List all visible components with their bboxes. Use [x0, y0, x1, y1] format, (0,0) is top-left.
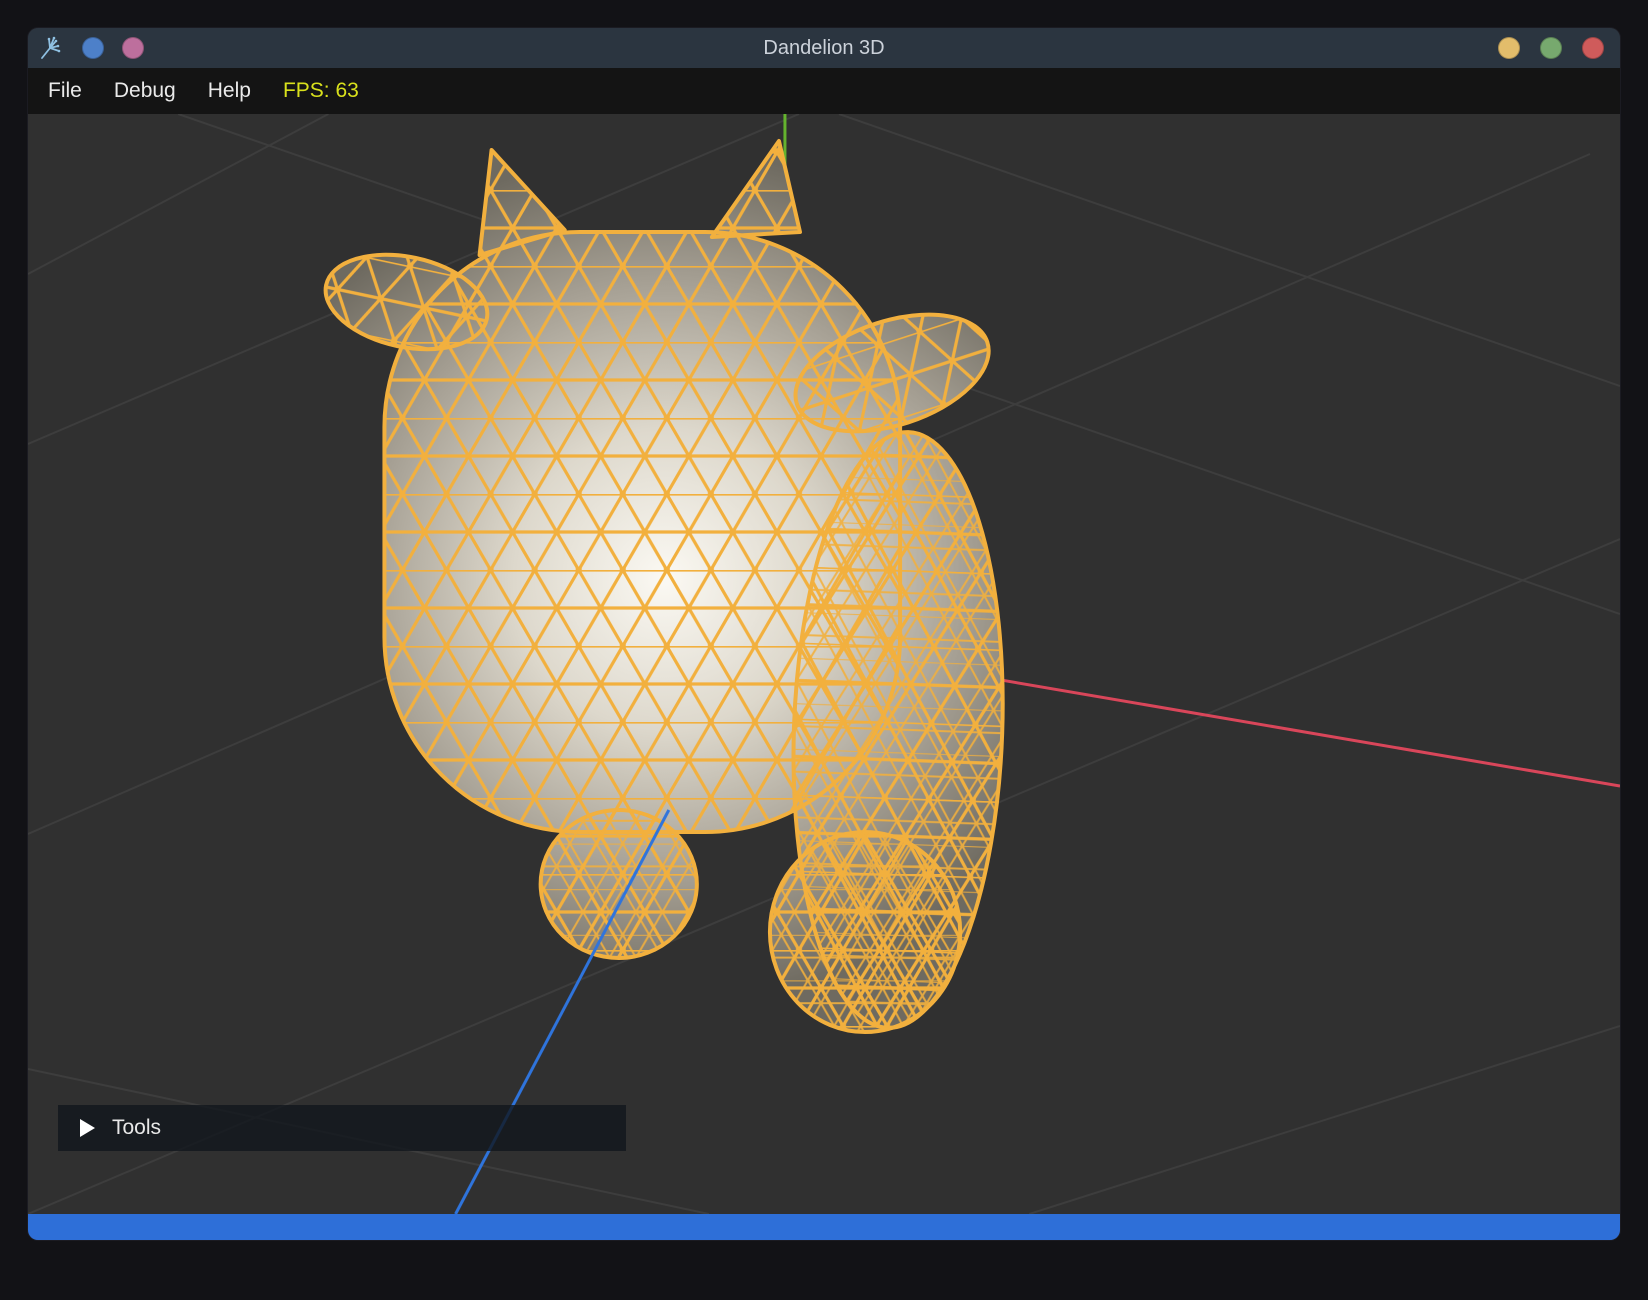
- menu-file[interactable]: File: [48, 79, 82, 103]
- close-button[interactable]: [1582, 37, 1604, 59]
- menu-help[interactable]: Help: [208, 79, 251, 103]
- window-title: Dandelion 3D: [28, 37, 1620, 60]
- tools-panel-header[interactable]: Tools: [58, 1105, 626, 1151]
- 3d-viewport-canvas[interactable]: [28, 114, 1620, 1214]
- expand-triangle-icon: [80, 1119, 95, 1137]
- fps-counter: FPS: 63: [283, 79, 359, 103]
- cow-model: [317, 141, 1013, 1032]
- maximize-button[interactable]: [1540, 37, 1562, 59]
- minimize-button[interactable]: [1498, 37, 1520, 59]
- tools-panel-label: Tools: [112, 1116, 161, 1140]
- status-bar: [28, 1214, 1620, 1240]
- menu-bar: File Debug Help FPS: 63: [28, 68, 1620, 114]
- window-button-blue[interactable]: [82, 37, 104, 59]
- dandelion-icon: [38, 35, 64, 61]
- viewport: Tools: [28, 114, 1620, 1214]
- app-window: Dandelion 3D File Debug Help FPS: 63: [28, 28, 1620, 1240]
- title-bar[interactable]: Dandelion 3D: [28, 28, 1620, 68]
- menu-debug[interactable]: Debug: [114, 79, 176, 103]
- window-button-pink[interactable]: [122, 37, 144, 59]
